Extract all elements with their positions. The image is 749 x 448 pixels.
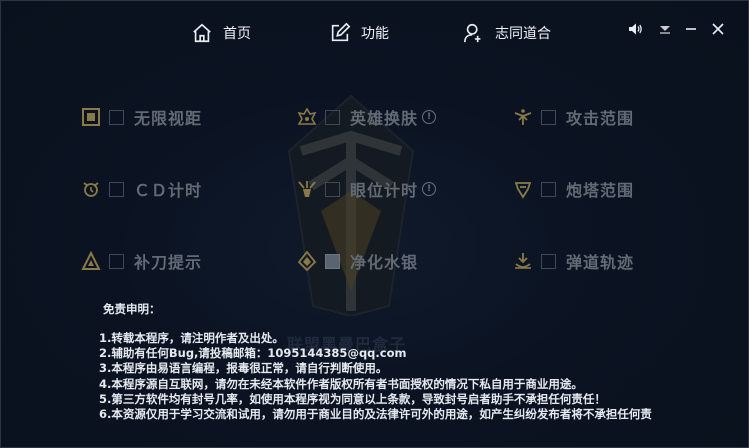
feature-cleanse[interactable]: 净化水银 bbox=[297, 249, 418, 273]
feature-label: 无限视距 bbox=[134, 109, 203, 128]
vision-frame-icon bbox=[81, 107, 101, 127]
feature-checkbox[interactable] bbox=[109, 253, 124, 269]
feature-checkbox[interactable] bbox=[325, 181, 340, 197]
feature-cd-timer[interactable]: ＣＤ计时 bbox=[81, 177, 202, 201]
feature-checkbox[interactable] bbox=[325, 253, 340, 269]
home-icon bbox=[193, 23, 211, 43]
cleanse-icon bbox=[297, 251, 317, 271]
feature-checkbox[interactable] bbox=[541, 181, 556, 197]
attack-range-icon bbox=[513, 107, 533, 127]
app-window: 联盟黑曼巴盒子 首页 功能 志同道合 无限视距 英雄换肤 ! 攻击范围 ＣＤ计时… bbox=[0, 0, 749, 448]
disclaimer-line: 4.本程序源自互联网，请勿在未经本软件作者版权所有者书面授权的情况下私自用于商业… bbox=[99, 376, 583, 391]
cooldown-timer-icon bbox=[81, 179, 101, 199]
feature-label: 眼位计时 bbox=[350, 181, 419, 200]
feature-label: 弹道轨迹 bbox=[566, 253, 635, 272]
edit-icon bbox=[331, 22, 351, 42]
feature-checkbox[interactable] bbox=[541, 253, 556, 269]
nav-features[interactable]: 功能 bbox=[329, 19, 389, 47]
feature-label: ＣＤ计时 bbox=[134, 181, 203, 200]
feature-label: 攻击范围 bbox=[566, 109, 635, 128]
feature-attack-range[interactable]: 攻击范围 bbox=[513, 105, 634, 129]
minimize-icon bbox=[686, 28, 696, 30]
feature-checkbox[interactable] bbox=[109, 109, 124, 125]
nav-features-label: 功能 bbox=[361, 26, 389, 42]
feature-last-hit[interactable]: 补刀提示 bbox=[81, 249, 202, 273]
feature-unlimited-vision[interactable]: 无限视距 bbox=[81, 105, 202, 129]
disclaimer-lines: 1.转载本程序，请注明作者及出处。 2.辅助有任何Bug,请投稿邮箱：10951… bbox=[99, 331, 652, 422]
tower-range-icon bbox=[513, 179, 533, 199]
disclaimer-line: 6.本资源仅用于学习交流和试用，请勿用于商业目的及法律许可外的用途，如产生纠纷发… bbox=[99, 407, 652, 422]
disclaimer-line: 5.第三方软件均有封号几率，如使用本程序视为同意以上条款，导致封号启者助手不承担… bbox=[99, 391, 606, 406]
feature-label: 净化水银 bbox=[350, 253, 419, 272]
feature-hero-skin[interactable]: 英雄换肤 ! bbox=[297, 105, 437, 129]
close-icon bbox=[712, 23, 724, 35]
nav-home-label: 首页 bbox=[223, 26, 251, 42]
top-bar: 首页 功能 志同道合 bbox=[1, 1, 748, 61]
projectile-icon bbox=[513, 251, 533, 271]
feature-label: 补刀提示 bbox=[134, 253, 203, 272]
ward-timer-icon bbox=[297, 179, 317, 199]
nav-about[interactable]: 志同道合 bbox=[463, 19, 551, 47]
disclaimer-line: 2.辅助有任何Bug,请投稿邮箱：1095144385@qq.com bbox=[99, 346, 407, 361]
close-button[interactable] bbox=[710, 20, 726, 38]
chevron-down-icon bbox=[660, 26, 670, 34]
hero-skin-icon bbox=[297, 107, 317, 127]
feature-label: 英雄换肤 bbox=[350, 109, 419, 128]
feature-checkbox[interactable] bbox=[541, 109, 556, 125]
disclaimer-title: 免责申明： bbox=[103, 302, 161, 316]
last-hit-icon bbox=[81, 251, 101, 271]
feature-label: 炮塔范围 bbox=[566, 181, 635, 200]
feature-checkbox[interactable] bbox=[325, 109, 340, 125]
nav-home[interactable]: 首页 bbox=[191, 19, 251, 47]
user-icon bbox=[464, 23, 481, 43]
minimize-button[interactable] bbox=[683, 20, 699, 38]
feature-tower-range[interactable]: 炮塔范围 bbox=[513, 177, 634, 201]
feature-checkbox[interactable] bbox=[109, 181, 124, 197]
nav-about-label: 志同道合 bbox=[495, 26, 551, 42]
sound-button[interactable] bbox=[627, 20, 643, 38]
menu-dropdown-button[interactable] bbox=[657, 20, 673, 38]
speaker-icon bbox=[629, 23, 642, 35]
disclaimer-line: 1.转载本程序，请注明作者及出处。 bbox=[99, 331, 284, 345]
info-icon[interactable]: ! bbox=[422, 182, 437, 196]
disclaimer-line: 3.本程序由易语言编程，报毒很正常，请自行判断使用。 bbox=[99, 361, 388, 376]
feature-projectile[interactable]: 弹道轨迹 bbox=[513, 249, 634, 273]
info-icon[interactable]: ! bbox=[422, 110, 437, 124]
feature-ward-timer[interactable]: 眼位计时 ! bbox=[297, 177, 437, 201]
